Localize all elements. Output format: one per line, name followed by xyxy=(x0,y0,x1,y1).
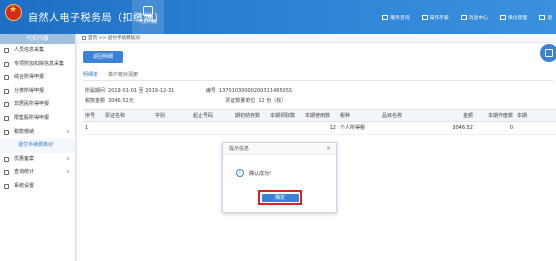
col-header: 金额 xyxy=(462,113,473,119)
col-header: 字别 xyxy=(155,113,166,119)
table-cell: 3046.52 xyxy=(452,125,473,131)
close-icon[interactable]: × xyxy=(326,143,331,155)
sidebar-item-tax-payment[interactable]: 税款缴纳 ∨ xyxy=(0,126,75,140)
table-cell: 1 xyxy=(85,125,89,131)
info-row-1: 所属期间 2019-01-01 至 2019-12-31 编号 1370103000… xyxy=(85,87,292,94)
top-link-help[interactable]: 服务咨询 xyxy=(382,14,410,21)
ok-button[interactable]: 确定 xyxy=(261,193,299,202)
person-icon xyxy=(4,48,9,53)
doc-icon xyxy=(4,156,9,162)
table-header: 序号 票证名称 字别 起止号码 期初结存数 本期领取数 本期使用数 税种 品目名… xyxy=(83,109,556,122)
top-tab-active[interactable]: 代扣代缴 xyxy=(132,0,164,34)
table-cell xyxy=(268,122,303,134)
person-icon xyxy=(4,102,9,108)
ticket-count-value: 12 份（枚） xyxy=(258,98,287,104)
sidebar-item-personnel[interactable]: 人员信息采集 xyxy=(0,44,75,58)
dialog-message: 确认成功! xyxy=(249,171,272,177)
top-link-manual[interactable]: 操作手册 xyxy=(421,14,449,21)
search-icon xyxy=(4,170,9,176)
dialog-title: 提示信息 xyxy=(229,146,250,152)
table-row: 1 12 个人所得税 3046.52 0 xyxy=(83,122,556,135)
chevron-down-icon: ∨ xyxy=(66,128,70,135)
list-icon xyxy=(4,61,9,67)
col-header: 本期使用数 xyxy=(305,113,331,119)
breadcrumb: 首页 >> 退付手续费核对 xyxy=(77,34,556,43)
top-link-messages[interactable]: 消息中心 xyxy=(460,14,488,21)
top-tab-label: 代扣代缴 xyxy=(139,20,157,25)
table-cell: 0 xyxy=(509,125,513,131)
home-icon xyxy=(82,35,86,40)
id-value: 1370103000020031148505S xyxy=(218,88,293,94)
table-cell xyxy=(380,122,435,134)
floating-assist-icon[interactable] xyxy=(540,44,556,62)
dialog-header: 提示信息 × xyxy=(223,143,336,155)
sidebar-item-classified[interactable]: 分类所得申报 xyxy=(0,85,75,99)
sidebar-item-preferential-filing[interactable]: 优惠备案 ∨ xyxy=(0,153,75,167)
table-cell: 个人所得税 xyxy=(340,125,366,131)
top-bar: 自然人电子税务局（扣缴端） 代扣代缴 服务咨询 操作手册 消息中心 单位管理 退 xyxy=(0,0,556,34)
period-value: 2019-01-01 至 2019-12-31 xyxy=(108,88,175,94)
col-header: 品目名称 xyxy=(382,113,403,119)
amount-label: 税款金额 xyxy=(85,98,106,104)
col-header: 本期 xyxy=(517,113,528,119)
info-row-2: 税款金额 3046.52元 票证数量单位 12 份（枚） xyxy=(85,97,286,104)
gear-icon xyxy=(4,183,9,189)
sidebar-item-query-stats[interactable]: 查询统计 ∨ xyxy=(0,166,75,180)
help-icon xyxy=(382,15,389,20)
confirm-dialog: 提示信息 × i 确认成功! 确定 xyxy=(222,142,337,213)
ticket-count-label: 票证数量单位 xyxy=(225,98,256,104)
table-cell xyxy=(233,122,268,134)
top-link-unit-management[interactable]: 单位管理 xyxy=(499,14,527,21)
id-label: 编号 xyxy=(205,88,216,94)
return-detail-button[interactable]: 返回明细 xyxy=(83,51,123,63)
sidebar-item-special-deduction[interactable]: 专项附加扣除信息采集 xyxy=(0,58,75,72)
sidebar-item-restricted-shares[interactable]: 限售股所得申报 xyxy=(0,112,75,126)
report-icon xyxy=(4,88,9,94)
col-header: 税种 xyxy=(340,113,351,119)
sidebar-item-settings[interactable]: 系统设置 xyxy=(0,180,75,194)
mail-icon xyxy=(460,15,467,20)
col-header: 本期领取数 xyxy=(270,113,296,119)
col-header: 票证名称 xyxy=(105,113,126,119)
table-cell xyxy=(515,122,536,134)
info-icon: i xyxy=(236,169,244,177)
tab-divider xyxy=(83,80,553,81)
sidebar-item-comprehensive[interactable]: 综合所得申报 xyxy=(0,71,75,85)
exit-icon xyxy=(539,15,546,20)
table-cell xyxy=(191,122,233,134)
col-header: 期初结存数 xyxy=(235,113,261,119)
top-links: 服务咨询 操作手册 消息中心 单位管理 退 xyxy=(382,14,552,21)
briefcase-icon xyxy=(143,6,153,16)
table-cell: 12 xyxy=(329,125,336,131)
ok-button-highlight: 确定 xyxy=(258,190,302,205)
chevron-down-icon: ∨ xyxy=(66,169,70,176)
amount-value: 3046.52元 xyxy=(108,98,134,104)
book-icon xyxy=(421,15,428,20)
report-icon xyxy=(4,75,9,81)
sidebar: 代扣代缴 人员信息采集 专项附加扣除信息采集 综合所得申报 分类所得申报 非居民… xyxy=(0,34,76,261)
tax-emblem-icon xyxy=(5,4,22,21)
table-cell xyxy=(103,122,153,134)
top-link-exit[interactable]: 退 xyxy=(539,14,552,21)
col-header: 序号 xyxy=(85,113,96,119)
detail-table: 序号 票证名称 字别 起止号码 期初结存数 本期领取数 本期使用数 税种 品目名… xyxy=(83,109,556,135)
chart-icon xyxy=(4,115,9,121)
col-header: 起止号码 xyxy=(193,113,214,119)
chevron-down-icon: ∨ xyxy=(66,155,70,162)
building-icon xyxy=(499,15,506,20)
wallet-icon xyxy=(4,129,9,135)
sidebar-item-nonresident[interactable]: 非居民所得申报 xyxy=(0,98,75,112)
sidebar-heading: 代扣代缴 xyxy=(0,34,75,44)
sidebar-item-refund-fee-check[interactable]: 退付手续费核对 xyxy=(0,139,75,153)
table-cell xyxy=(153,122,191,134)
period-label: 所属期间 xyxy=(85,88,106,94)
col-header: 本期作废数 xyxy=(487,113,513,119)
